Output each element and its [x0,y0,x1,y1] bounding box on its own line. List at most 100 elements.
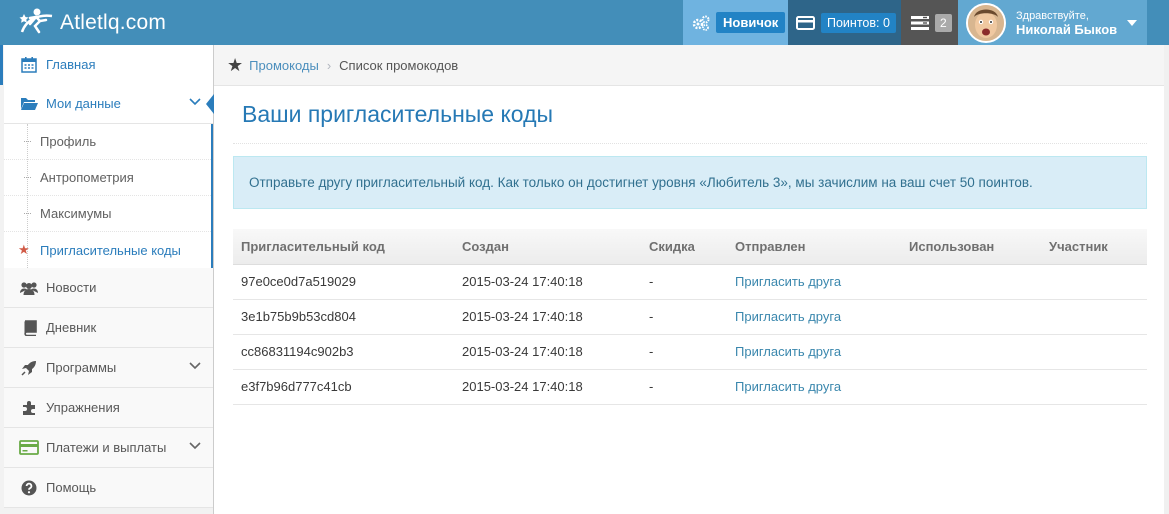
question-icon [14,480,44,496]
user-menu[interactable]: Здравствуйте, Николай Быков [958,0,1147,45]
sidebar-subitem-label: Пригласительные коды [40,242,181,258]
table-row: e3f7b96d777c41cb 2015-03-24 17:40:18 - П… [233,369,1147,405]
sidebar-item-exercises[interactable]: Упражнения [4,388,213,428]
invite-friend-link[interactable]: Пригласить друга [727,369,901,405]
discount-cell: - [641,334,727,370]
participant-cell [1041,299,1147,335]
discount-cell: - [641,299,727,335]
created-cell: 2015-03-24 17:40:18 [454,369,641,405]
chevron-right-icon: › [326,57,332,73]
brand-logo-link[interactable]: Atletlq.com [16,0,166,45]
star-icon: ★ [18,242,30,257]
sidebar-item-label: Главная [46,57,96,72]
created-cell: 2015-03-24 17:40:18 [454,264,641,300]
sidebar-subitem-invite-codes[interactable]: ★ Пригласительные коды [4,232,211,268]
info-alert: Отправьте другу пригласительный код. Как… [233,156,1147,209]
folder-open-icon [14,96,44,111]
table-header-row: Пригласительный код Создан Скидка Отправ… [233,229,1147,265]
participant-cell [1041,334,1147,370]
top-navbar: Atletlq.com Новичок Поинтов: 0 2 Здравст… [0,0,1169,45]
sidebar-item-help[interactable]: Помощь [4,468,213,508]
level-menu[interactable]: Новичок [683,0,788,45]
caret-down-icon [1127,19,1138,26]
column-header-sent: Отправлен [727,229,901,265]
discount-cell: - [641,264,727,300]
info-alert-text: Отправьте другу пригласительный код. Как… [249,175,1033,190]
runner-logo-icon [19,8,53,33]
table-row: cc86831194c902b3 2015-03-24 17:40:18 - П… [233,334,1147,370]
invite-friend-link[interactable]: Пригласить друга [727,334,901,370]
gears-icon [692,15,710,31]
sidebar-item-programs[interactable]: Программы [4,348,213,388]
invite-friend-link[interactable]: Пригласить друга [727,299,901,335]
tasks-menu[interactable]: 2 [901,0,958,45]
column-header-used: Использован [901,229,1041,265]
code-cell: 97e0ce0d7a519029 [233,264,454,300]
sidebar-item-label: Упражнения [46,400,120,415]
created-cell: 2015-03-24 17:40:18 [454,334,641,370]
sidebar-subitem-profile[interactable]: Профиль [4,124,211,160]
column-header-code: Пригласительный код [233,229,454,265]
code-cell: cc86831194c902b3 [233,334,454,370]
used-cell [901,334,1041,370]
table-row: 97e0ce0d7a519029 2015-03-24 17:40:18 - П… [233,264,1147,300]
participant-cell [1041,369,1147,405]
tasks-icon [911,15,929,30]
sidebar-submenu: Профиль Антропометрия Максимумы ★ Пригла… [4,124,213,268]
credit-card-icon [796,15,815,30]
sidebar-item-label: Платежи и выплаты [46,440,167,455]
sidebar: Главная Мои данные Профиль Антропометрия… [0,45,214,514]
column-header-discount: Скидка [641,229,727,265]
sidebar-item-label: Новости [46,280,97,295]
sidebar-subitem-label: Профиль [40,134,97,149]
page-scrollbar[interactable] [1164,45,1169,514]
column-header-created: Создан [454,229,641,265]
brand-name: Atletlq.com [60,10,167,34]
sidebar-item-label: Мои данные [46,96,121,111]
chevron-down-icon [189,442,201,450]
user-greeting: Здравствуйте, [1016,9,1089,22]
code-cell: 3e1b75b9b53cd804 [233,299,454,335]
chevron-down-icon [189,98,201,106]
credit-card-icon [14,440,44,455]
used-cell [901,299,1041,335]
level-badge: Новичок [716,12,786,33]
breadcrumb-current: Список промокодов [339,57,459,73]
used-cell [901,264,1041,300]
sidebar-item-news[interactable]: Новости [4,268,213,308]
sidebar-subitem-maximums[interactable]: Максимумы [4,196,211,232]
sidebar-item-payments[interactable]: Платежи и выплаты [4,428,213,468]
invite-codes-table: Пригласительный код Создан Скидка Отправ… [233,229,1147,405]
created-cell: 2015-03-24 17:40:18 [454,299,641,335]
sidebar-item-label: Помощь [46,480,97,495]
title-divider [233,143,1147,144]
calendar-icon [14,56,44,73]
breadcrumb-link-promocodes[interactable]: Промокоды [249,58,319,73]
discount-cell: - [641,369,727,405]
users-icon [14,281,44,295]
avatar [966,2,1006,43]
puzzle-icon [14,400,44,416]
table-row: 3e1b75b9b53cd804 2015-03-24 17:40:18 - П… [233,299,1147,335]
rocket-icon [14,360,44,376]
sidebar-item-home[interactable]: Главная [0,45,213,85]
column-header-participant: Участник [1041,229,1147,265]
sidebar-item-label: Дневник [46,320,97,335]
sidebar-subitem-label: Антропометрия [40,170,134,185]
user-name: Николай Быков [1016,21,1118,37]
sidebar-item-diary[interactable]: Дневник [4,308,213,348]
star-icon: ★ [227,54,244,75]
sidebar-subitem-anthropometry[interactable]: Антропометрия [4,160,211,196]
invite-friend-link[interactable]: Пригласить друга [727,264,901,300]
page-title: Ваши пригласительные коды [242,101,554,127]
tasks-count-badge: 2 [935,13,952,32]
points-menu[interactable]: Поинтов: 0 [788,0,901,45]
sidebar-item-my-data[interactable]: Мои данные [4,84,214,124]
sidebar-item-label: Программы [46,360,117,375]
sidebar-subitem-label: Максимумы [40,206,112,221]
used-cell [901,369,1041,405]
chevron-down-icon [189,362,201,370]
book-icon [14,319,44,336]
points-badge: Поинтов: 0 [821,12,896,33]
code-cell: e3f7b96d777c41cb [233,369,454,405]
